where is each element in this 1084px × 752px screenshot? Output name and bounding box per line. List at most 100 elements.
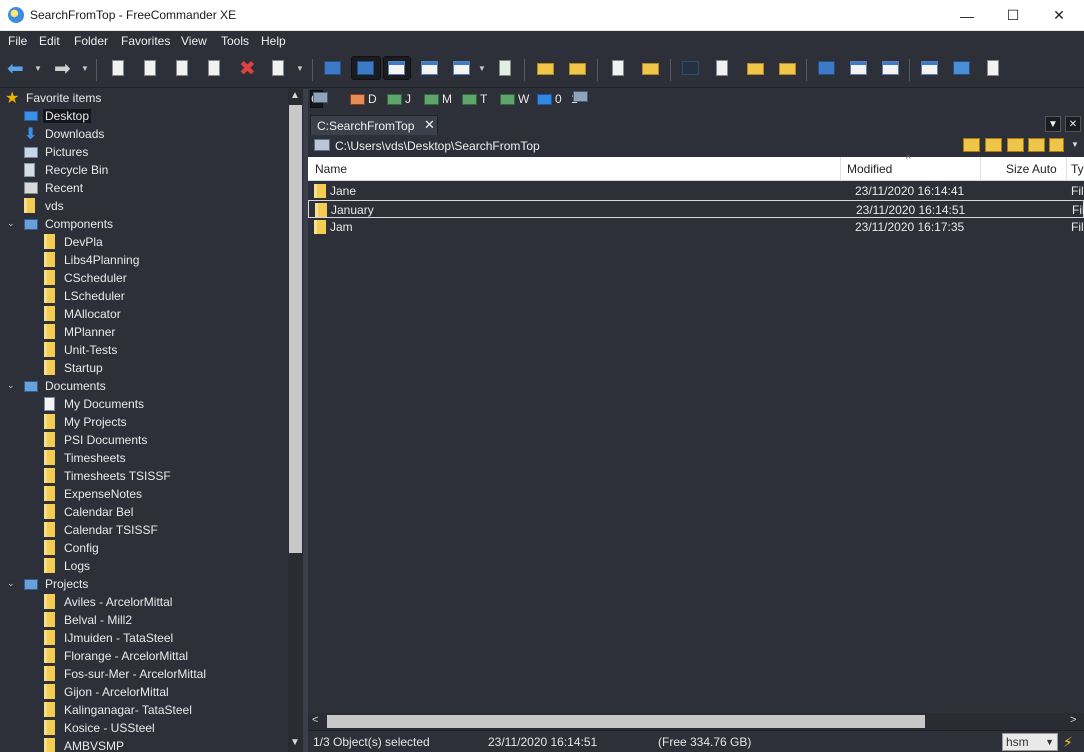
compare-icon[interactable] xyxy=(982,57,1004,79)
rename-icon[interactable] xyxy=(203,57,225,79)
chevron-down-icon[interactable]: ▼ xyxy=(1045,737,1054,747)
menu-tools[interactable]: Tools xyxy=(221,34,249,48)
scroll-right-icon[interactable]: > xyxy=(1070,714,1076,726)
tree-item[interactable]: vds xyxy=(0,197,288,215)
favorites-tree-icon[interactable] xyxy=(351,56,381,80)
properties-icon[interactable] xyxy=(267,57,289,79)
tab-list-dropdown-icon[interactable]: ▼ xyxy=(1045,116,1061,132)
menu-view[interactable]: View xyxy=(181,34,207,48)
tree-item[interactable]: ExpenseNotes xyxy=(0,485,288,503)
forward-arrow-icon[interactable]: ➡ xyxy=(53,57,75,80)
new-folder-icon[interactable] xyxy=(607,57,629,79)
tree-item[interactable]: Fos-sur-Mer - ArcelorMittal xyxy=(0,665,288,683)
tree-item[interactable]: Belval - Mill2 xyxy=(0,611,288,629)
drive-button-t[interactable]: T xyxy=(460,90,487,108)
properties-dropdown-icon[interactable]: ▼ xyxy=(292,57,306,79)
tree-item[interactable]: IJmuiden - TataSteel xyxy=(0,629,288,647)
tree-item[interactable]: Calendar Bel xyxy=(0,503,288,521)
minimize-button[interactable]: — xyxy=(944,0,990,31)
tree-item[interactable]: ⬇ Downloads xyxy=(0,125,288,143)
drive-button-j[interactable]: J xyxy=(385,90,411,108)
scrollbar-thumb[interactable] xyxy=(327,715,925,728)
favorite-folder-icon[interactable] xyxy=(534,57,556,79)
tree-item[interactable]: Config xyxy=(0,539,288,557)
tree-item[interactable]: Florange - ArcelorMittal xyxy=(0,647,288,665)
tree-item[interactable]: Pictures xyxy=(0,143,288,161)
split-horizontal-icon[interactable] xyxy=(879,57,901,79)
drive-button-m[interactable]: M xyxy=(422,90,452,108)
tree-item[interactable]: Desktop xyxy=(0,107,288,125)
scrollbar-thumb[interactable] xyxy=(289,105,302,553)
tree-item[interactable]: MAllocator xyxy=(0,305,288,323)
folder-options-icon[interactable] xyxy=(1049,138,1064,152)
expand-chevron-icon[interactable]: ⌄ xyxy=(7,218,15,229)
drive-button-1[interactable]: 1 xyxy=(571,90,588,108)
drive-button-0[interactable]: 0 xyxy=(535,90,562,108)
folder-icon[interactable] xyxy=(639,57,661,79)
link-icon[interactable] xyxy=(950,57,972,79)
filter-icon[interactable]: ⚡ xyxy=(1063,734,1079,750)
new-file-icon[interactable] xyxy=(171,57,193,79)
expand-chevron-icon[interactable]: ⌄ xyxy=(7,380,15,391)
tree-item[interactable]: Calendar TSISSF xyxy=(0,521,288,539)
tab-close-icon[interactable]: ✕ xyxy=(424,117,435,133)
file-list-hscrollbar[interactable]: < > xyxy=(308,713,1084,730)
tree-item[interactable]: Recycle Bin xyxy=(0,161,288,179)
menu-file[interactable]: File xyxy=(8,34,27,48)
path-text[interactable]: C:\Users\vds\Desktop\SearchFromTop xyxy=(335,139,540,153)
scroll-up-icon[interactable]: ▲ xyxy=(290,90,300,101)
column-modified[interactable]: Modified xyxy=(841,157,981,181)
scroll-left-icon[interactable]: < xyxy=(312,714,318,726)
single-pane-icon[interactable] xyxy=(918,57,940,79)
favorite-folder-icon[interactable] xyxy=(985,138,1002,152)
drive-button-w[interactable]: W xyxy=(498,90,529,108)
attributes-icon[interactable] xyxy=(711,57,733,79)
drive-button-c[interactable]: C xyxy=(310,90,328,108)
tree-item[interactable]: AMBVSMP xyxy=(0,737,288,752)
list-view-icon[interactable] xyxy=(383,56,411,80)
tree-item[interactable]: DevPla xyxy=(0,233,288,251)
menu-edit[interactable]: Edit xyxy=(39,34,60,48)
tree-item[interactable]: Timesheets xyxy=(0,449,288,467)
tree-view-icon[interactable] xyxy=(321,57,343,79)
favorite-folder-remove-icon[interactable] xyxy=(566,57,588,79)
tree-item[interactable]: ⌄ Projects xyxy=(0,575,288,593)
tree-item[interactable]: Gijon - ArcelorMittal xyxy=(0,683,288,701)
scroll-down-icon[interactable]: ▼ xyxy=(290,737,300,748)
expand-chevron-icon[interactable]: ⌄ xyxy=(7,578,15,589)
move-icon[interactable] xyxy=(139,57,161,79)
copy-icon[interactable] xyxy=(107,57,129,79)
pane-dropdown-icon[interactable]: ▼ xyxy=(474,57,488,79)
menu-favorites[interactable]: Favorites xyxy=(121,34,170,48)
tree-item[interactable]: ⌄ Components xyxy=(0,215,288,233)
tree-item[interactable]: Libs4Planning xyxy=(0,251,288,269)
tree-item[interactable]: Aviles - ArcelorMittal xyxy=(0,593,288,611)
menu-folder[interactable]: Folder xyxy=(74,34,108,48)
tree-item[interactable]: MPlanner xyxy=(0,323,288,341)
zip-icon[interactable] xyxy=(776,57,798,79)
tree-item[interactable]: LScheduler xyxy=(0,287,288,305)
tree-item[interactable]: Startup xyxy=(0,359,288,377)
tree-item[interactable]: My Projects xyxy=(0,413,288,431)
column-type[interactable]: Ty xyxy=(1067,157,1084,181)
file-row[interactable]: Jane 23/11/2020 16:14:41 Fil xyxy=(308,182,1084,200)
tree-item[interactable]: Kosice - USSteel xyxy=(0,719,288,737)
tab-searchfromtop[interactable]: C:SearchFromTop ✕ xyxy=(310,115,438,135)
file-row[interactable]: January 23/11/2020 16:14:51 Fil xyxy=(308,200,1084,218)
back-arrow-icon[interactable]: ⬅ xyxy=(6,57,28,80)
file-row[interactable]: Jam 23/11/2020 16:17:35 Fil xyxy=(308,218,1084,236)
root-folder-icon[interactable] xyxy=(1028,138,1045,152)
tree-item[interactable]: Logs xyxy=(0,557,288,575)
maximize-button[interactable]: ☐ xyxy=(990,0,1036,31)
tree-item[interactable]: PSI Documents xyxy=(0,431,288,449)
tree-item[interactable]: My Documents xyxy=(0,395,288,413)
tree-scrollbar[interactable]: ▲ ▼ xyxy=(288,89,303,752)
dual-pane-alt-icon[interactable] xyxy=(450,57,472,79)
tree-item[interactable]: Kalinganagar- TataSteel xyxy=(0,701,288,719)
parent-folder-icon[interactable] xyxy=(1007,138,1024,152)
sync-icon[interactable] xyxy=(815,57,837,79)
split-vertical-icon[interactable] xyxy=(847,57,869,79)
delete-icon[interactable]: ✖ xyxy=(235,57,257,80)
tree-item[interactable]: Recent xyxy=(0,179,288,197)
menu-help[interactable]: Help xyxy=(261,34,286,48)
